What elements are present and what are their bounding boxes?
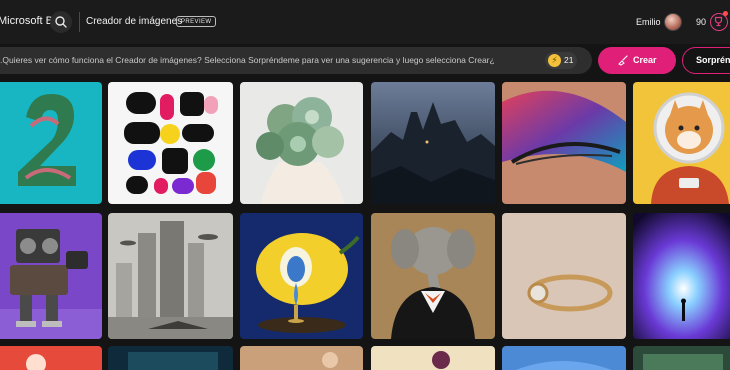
surprise-label: Sorpréndeme xyxy=(696,55,730,65)
gallery-image-row3-5[interactable] xyxy=(502,346,626,370)
notification-dot xyxy=(723,11,728,16)
gallery-image-abstract-shapes[interactable] xyxy=(108,82,233,204)
gallery-image-futuristic-city[interactable] xyxy=(108,213,233,339)
gallery-image-number-two[interactable] xyxy=(0,82,102,204)
gallery-image-row3-1[interactable] xyxy=(0,346,102,370)
search-button[interactable] xyxy=(50,11,72,33)
gallery-image-lemon-drop[interactable] xyxy=(240,213,363,339)
surprise-me-button[interactable]: Sorpréndeme xyxy=(682,47,730,74)
gallery-image-row3-4[interactable] xyxy=(371,346,495,370)
boost-bolt-icon: ⚡ xyxy=(548,54,561,67)
brush-icon xyxy=(618,55,628,66)
gallery-image-row3-2[interactable] xyxy=(108,346,233,370)
prompt-input[interactable]: ¿Quieres ver cómo funciona el Creador de… xyxy=(0,47,592,74)
gallery-image-cosmic-figure[interactable] xyxy=(633,213,730,339)
rewards-trophy-icon xyxy=(714,16,723,27)
create-button[interactable]: Crear xyxy=(598,47,676,74)
image-grid xyxy=(0,82,730,370)
search-icon xyxy=(55,16,67,28)
header-divider xyxy=(79,12,80,32)
boosts-counter[interactable]: ⚡ 21 xyxy=(545,52,577,69)
gallery-image-astronaut-dog[interactable] xyxy=(633,82,730,204)
gallery-image-robot-toy[interactable] xyxy=(0,213,102,339)
gallery-image-colorful-eye-makeup[interactable] xyxy=(502,82,626,204)
app-title[interactable]: Creador de imágenes xyxy=(86,16,182,27)
create-label: Crear xyxy=(633,55,657,65)
user-name[interactable]: Emilio xyxy=(636,17,661,27)
rewards-points[interactable]: 90 xyxy=(696,17,706,27)
gallery-image-gold-ring[interactable] xyxy=(502,213,626,339)
gallery-image-elephant-tuxedo[interactable] xyxy=(371,213,495,339)
preview-badge: PREVIEW xyxy=(176,16,217,27)
avatar[interactable] xyxy=(664,13,682,31)
gallery-image-succulent-bouquet[interactable] xyxy=(240,82,363,204)
prompt-placeholder: ¿Quieres ver cómo funciona el Creador de… xyxy=(0,55,495,65)
top-bar: Microsoft Bing Creador de imágenes PREVI… xyxy=(0,0,730,44)
boosts-count: 21 xyxy=(564,55,574,65)
gallery-image-dark-castle[interactable] xyxy=(371,82,495,204)
gallery-image-row3-6[interactable] xyxy=(633,346,730,370)
gallery-image-row3-3[interactable] xyxy=(240,346,363,370)
